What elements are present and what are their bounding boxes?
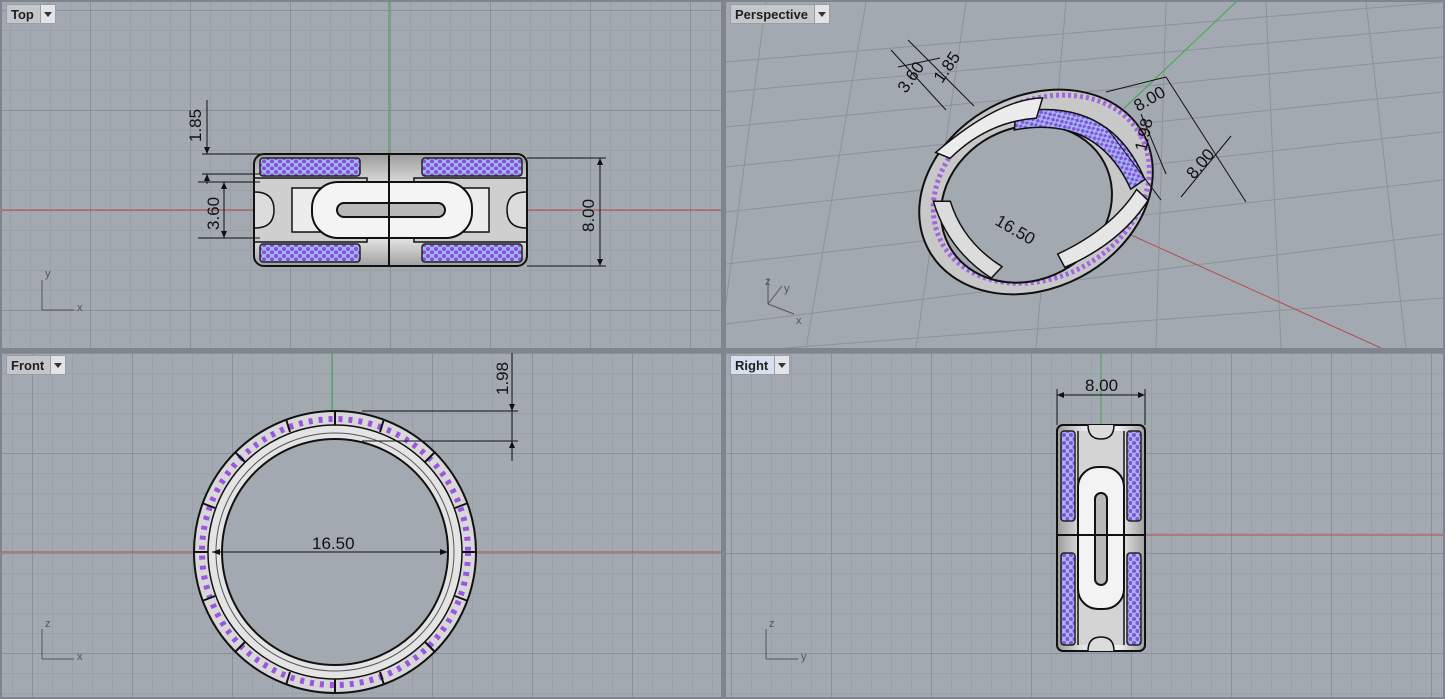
axis-gizmo	[41, 629, 74, 660]
viewport-title-label: Front	[11, 357, 45, 373]
axis-gizmo	[767, 278, 795, 315]
axis-label-b: y	[801, 651, 807, 663]
viewport-title-label: Right	[735, 357, 769, 373]
chevron-down-icon[interactable]	[39, 5, 55, 23]
chevron-down-icon[interactable]	[50, 356, 66, 374]
dim-3-60: 3.60	[204, 197, 223, 230]
front-view-scene: 1.98 16.50 z x	[2, 353, 721, 694]
ring-top-view	[253, 153, 528, 267]
axis-label-a: z	[45, 618, 51, 630]
dim-8-00: 8.00	[1085, 376, 1118, 395]
top-view-scene: 1.85 3.60 8.00 y x	[2, 2, 721, 314]
dim-1-98: 1.98	[493, 362, 512, 395]
viewport-front[interactable]: Front 1.98 16.50 z x	[2, 353, 721, 697]
axis-label-a: y	[45, 268, 51, 280]
axis-label-a: z	[765, 276, 771, 288]
axis-gizmo	[41, 280, 74, 311]
axis-label-b: y	[784, 283, 790, 295]
viewport-title-label: Perspective	[735, 6, 808, 22]
axis-label-c: x	[796, 315, 802, 327]
viewport-title-perspective[interactable]: Perspective	[730, 4, 830, 24]
viewport-perspective[interactable]: Perspective 3.60 1.85 8.00 1.98 8.00 16.…	[726, 2, 1443, 348]
dim-16-50: 16.50	[312, 534, 355, 553]
dim-3-60: 3.60	[894, 58, 929, 96]
chevron-down-icon[interactable]	[814, 5, 829, 23]
axis-gizmo	[765, 629, 798, 660]
viewport-top[interactable]: Top 1.85 3.60 8.00 y x	[2, 2, 721, 348]
dim-1-85: 1.85	[186, 109, 205, 142]
right-view-scene: 8.00 z y	[765, 353, 1443, 663]
axis-label-a: z	[769, 618, 775, 630]
perspective-scene: 3.60 1.85 8.00 1.98 8.00 16.50 z y x	[726, 2, 1443, 348]
dim-8-00: 8.00	[579, 199, 598, 232]
viewport-right[interactable]: Right 8.00 z y	[726, 353, 1443, 697]
ring-right-view	[1056, 424, 1146, 652]
axis-label-b: x	[77, 651, 83, 663]
chevron-down-icon[interactable]	[774, 356, 790, 374]
dim-1-85: 1.85	[930, 48, 965, 86]
viewport-title-right[interactable]: Right	[730, 355, 791, 375]
viewport-title-label: Top	[11, 6, 34, 22]
viewport-title-top[interactable]: Top	[6, 4, 56, 24]
axis-label-b: x	[77, 302, 83, 314]
viewport-title-front[interactable]: Front	[6, 355, 67, 375]
